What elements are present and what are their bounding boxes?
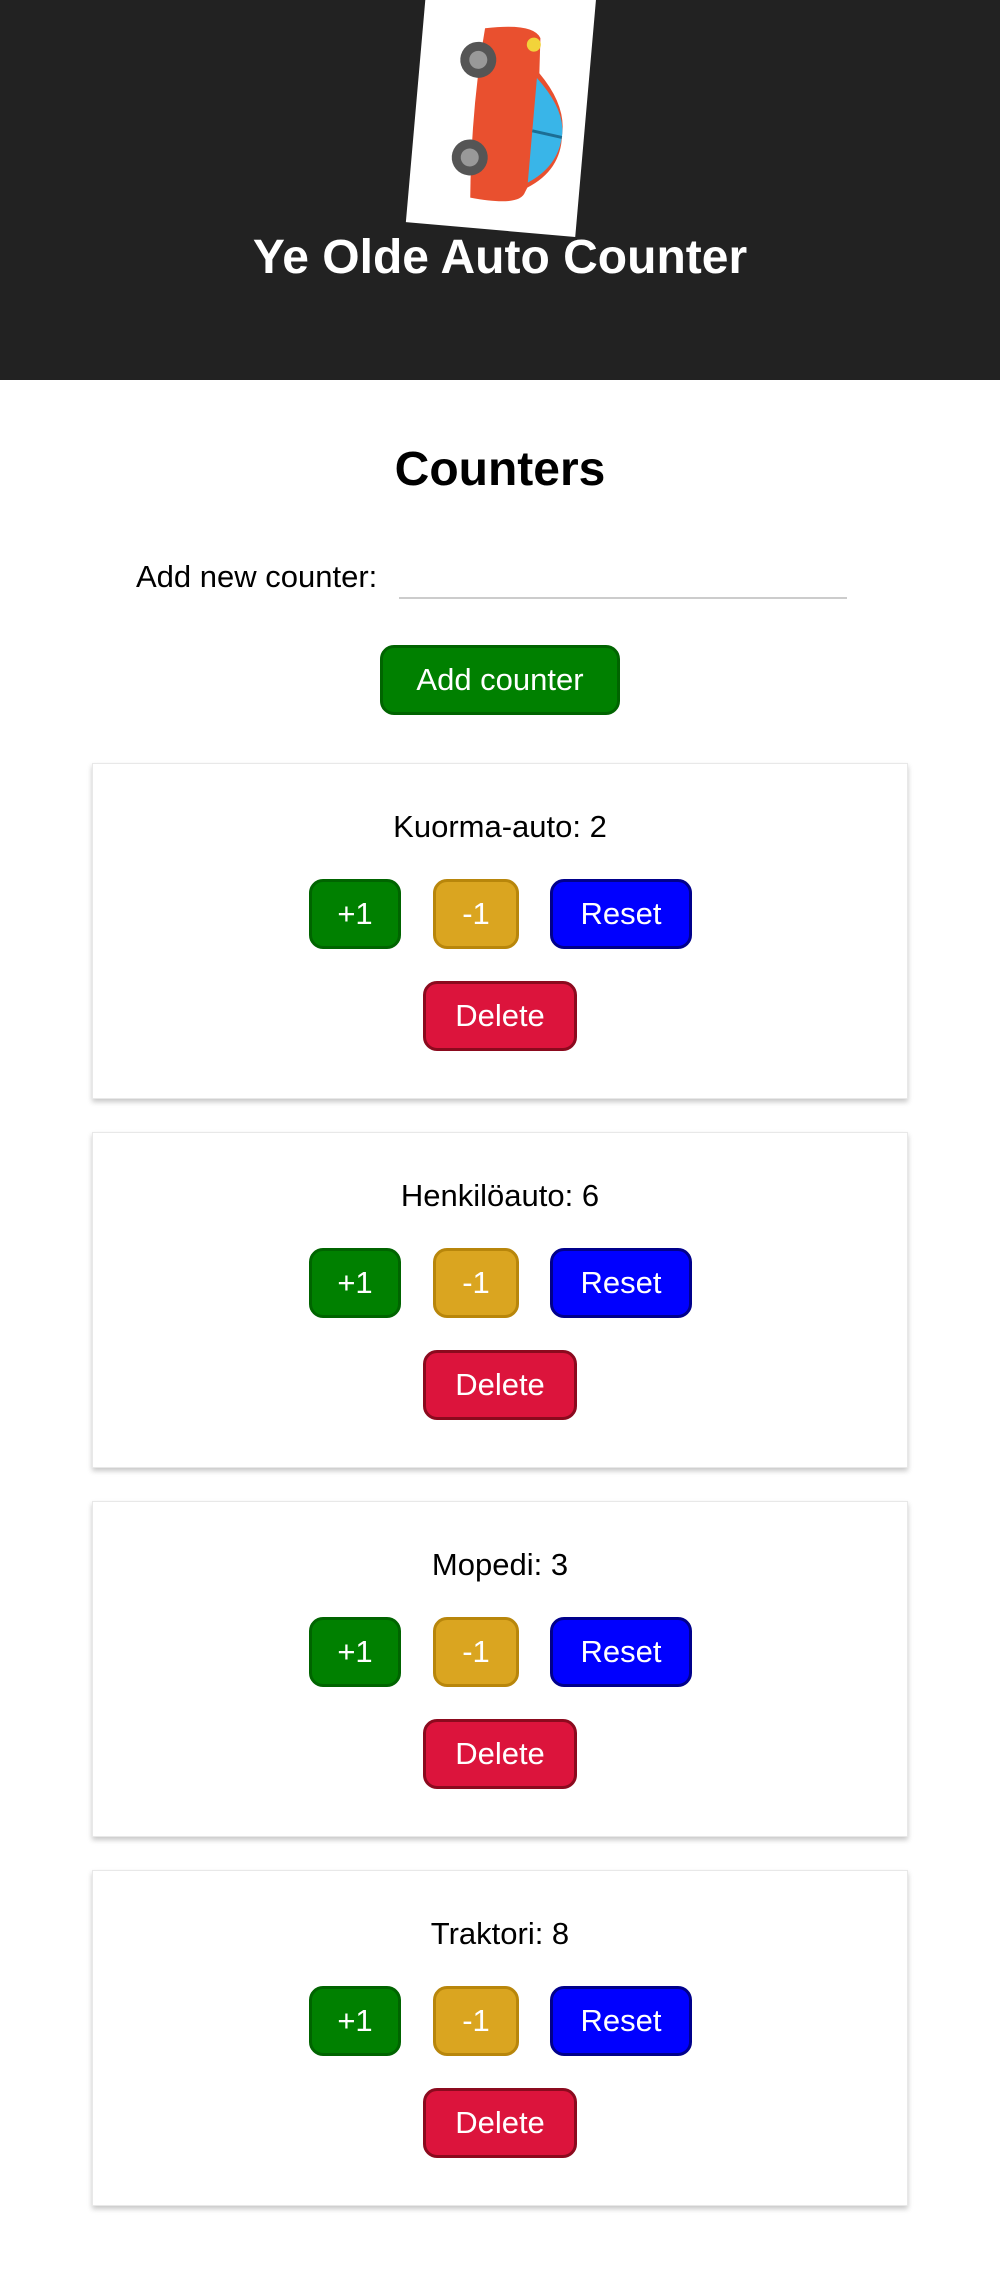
logo [405, 0, 597, 237]
counters-heading: Counters [394, 443, 606, 496]
add-counter-row: Add new counter: [136, 555, 848, 599]
car-icon [451, 26, 563, 202]
counter-label: Kuorma-auto: 2 [393, 809, 607, 844]
increment-button[interactable]: +1 [309, 1986, 401, 2056]
delete-button[interactable]: Delete [423, 1350, 577, 1420]
reset-button[interactable]: Reset [550, 1248, 692, 1318]
counter-card: Mopedi: 3 +1 -1 Reset Delete [92, 1501, 908, 1837]
app-title: Ye Olde Auto Counter [252, 231, 748, 284]
reset-button[interactable]: Reset [550, 1986, 692, 2056]
counter-label: Henkilöauto: 6 [400, 1178, 600, 1213]
increment-button[interactable]: +1 [309, 1617, 401, 1687]
counter-card: Traktori: 8 +1 -1 Reset Delete [92, 1870, 908, 2206]
decrement-button[interactable]: -1 [433, 1248, 519, 1318]
main-content: Counters Add new counter: Add counter Ku… [0, 380, 1000, 2272]
reset-button[interactable]: Reset [550, 1617, 692, 1687]
increment-button[interactable]: +1 [309, 1248, 401, 1318]
add-counter-button[interactable]: Add counter [380, 645, 620, 715]
delete-button[interactable]: Delete [423, 1719, 577, 1789]
new-counter-input[interactable] [399, 555, 848, 599]
decrement-button[interactable]: -1 [433, 1617, 519, 1687]
increment-button[interactable]: +1 [309, 879, 401, 949]
decrement-button[interactable]: -1 [433, 1986, 519, 2056]
reset-button[interactable]: Reset [550, 879, 692, 949]
app-header: Ye Olde Auto Counter [0, 0, 1000, 380]
delete-button[interactable]: Delete [423, 2088, 577, 2158]
counter-card: Kuorma-auto: 2 +1 -1 Reset Delete [92, 763, 908, 1099]
counter-label: Mopedi: 3 [431, 1547, 569, 1582]
counter-label: Traktori: 8 [430, 1916, 570, 1951]
delete-button[interactable]: Delete [423, 981, 577, 1051]
decrement-button[interactable]: -1 [433, 879, 519, 949]
add-counter-label: Add new counter: [136, 559, 378, 594]
counter-card: Henkilöauto: 6 +1 -1 Reset Delete [92, 1132, 908, 1468]
